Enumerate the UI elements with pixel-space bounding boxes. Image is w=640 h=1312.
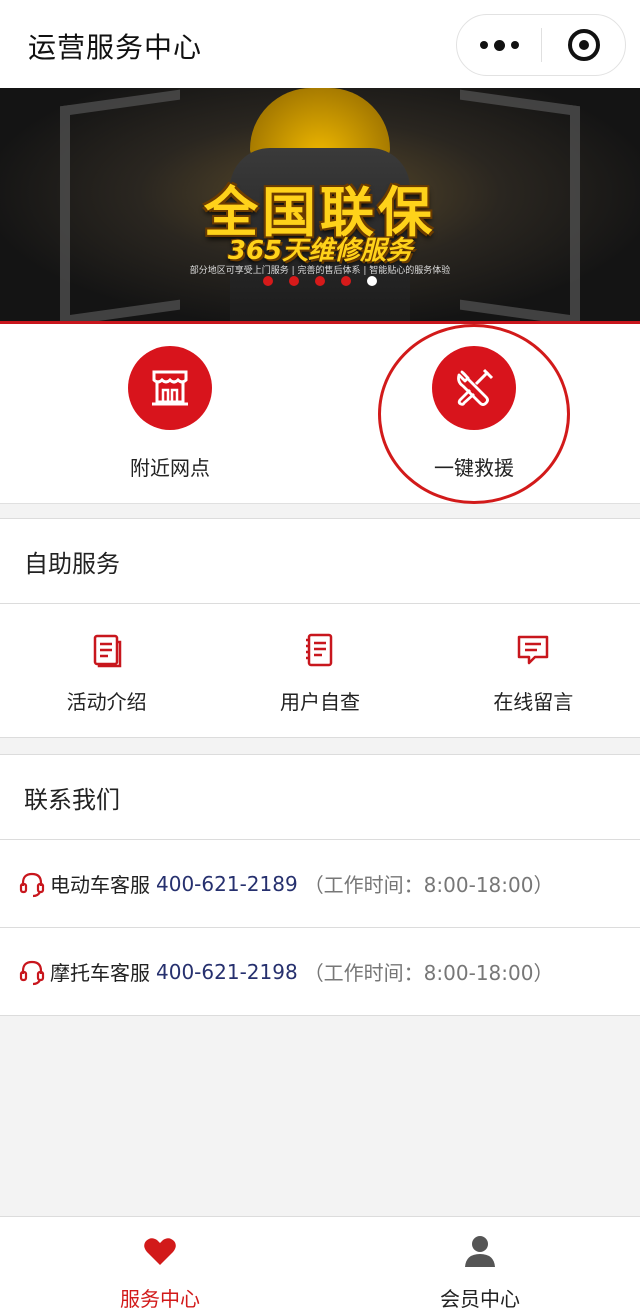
checklist-icon [305,633,333,667]
nearby-outlets-button[interactable]: 附近网点 [70,346,270,481]
contact-hours: （工作时间：8:00-18:00） [303,873,554,897]
tab-member-center[interactable]: 会员中心 [320,1217,640,1312]
more-dots-icon[interactable] [457,15,541,75]
carousel-dot[interactable] [341,276,351,286]
headset-icon [19,872,45,897]
contact-phone[interactable]: 400-621-2198 [156,960,298,984]
carousel-dot[interactable] [263,276,273,286]
user-self-check-label: 用户自查 [279,690,360,714]
user-icon [465,1236,495,1267]
contact-hours: （工作时间：8:00-18:00） [303,961,554,985]
banner-note: 部分地区可享受上门服务 | 完善的售后体系 | 智能贴心的服务体验 [189,266,451,276]
contact-name: 摩托车客服 [50,961,150,985]
contact-row-ev[interactable]: 电动车客服 400-621-2189 （工作时间：8:00-18:00） [0,840,640,928]
contact-phone[interactable]: 400-621-2189 [156,872,298,896]
header-bar: 运营服务中心 [0,0,640,88]
target-close-icon [567,29,600,61]
contact-row-motorcycle[interactable]: 摩托车客服 400-621-2198 （工作时间：8:00-18:00） [0,928,640,1016]
page: 运营服务中心 全国联保 365天维修服务 部分地区可享受上门服务 | 完善的售后… [0,0,640,1312]
nearby-outlets-label: 附近网点 [130,456,210,480]
section-title: 联系我们 [0,754,640,840]
store-icon [128,346,212,430]
message-icon [518,635,549,665]
promo-banner[interactable]: 全国联保 365天维修服务 部分地区可享受上门服务 | 完善的售后体系 | 智能… [0,88,640,324]
carousel-dot[interactable] [289,276,299,286]
carousel-dots [0,276,640,286]
bottom-tab-bar: 服务中心 会员中心 [0,1216,640,1312]
activity-intro-label: 活动介绍 [66,690,147,714]
self-service-section: 自助服务 活动介绍 用户自查 在线留言 [0,518,640,738]
banner-subheadline: 365天维修服务 [227,236,413,266]
heart-icon [144,1238,176,1265]
headset-icon [19,960,45,985]
page-title: 运营服务中心 [28,31,203,64]
contact-name: 电动车客服 [50,873,150,897]
close-button[interactable] [542,29,625,61]
tab-label: 服务中心 [120,1287,200,1311]
self-service-row: 活动介绍 用户自查 在线留言 [0,604,640,738]
highlight-annotation-circle [378,324,570,504]
tab-label: 会员中心 [440,1287,520,1311]
document-icon [93,634,121,668]
carousel-dot[interactable] [315,276,325,286]
contact-section: 联系我们 电动车客服 400-621-2189 （工作时间：8:00-18:00… [0,754,640,1016]
online-message-button[interactable]: 在线留言 [427,604,640,737]
online-message-label: 在线留言 [493,690,574,714]
activity-intro-button[interactable]: 活动介绍 [0,604,213,737]
mini-program-capsule [456,14,626,76]
tab-service-center[interactable]: 服务中心 [0,1217,320,1312]
user-self-check-button[interactable]: 用户自查 [213,604,426,737]
carousel-dot-active[interactable] [367,276,377,286]
section-title: 自助服务 [0,518,640,604]
